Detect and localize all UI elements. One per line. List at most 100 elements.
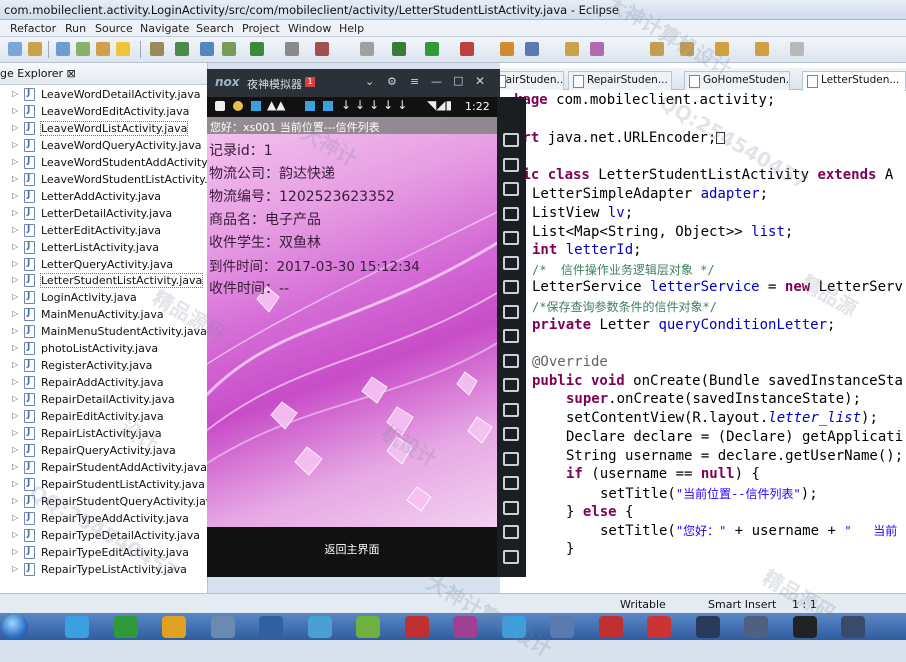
- taskbar-qq-icon[interactable]: [501, 616, 526, 638]
- robot-icon[interactable]: [503, 157, 519, 172]
- volume-up-icon[interactable]: [503, 280, 519, 294]
- menu-source[interactable]: Source: [95, 22, 133, 35]
- taskbar-nox-icon[interactable]: [695, 616, 720, 638]
- file-item[interactable]: ▷ LeaveWordEditActivity.java: [0, 103, 208, 120]
- search-icon[interactable]: [590, 42, 604, 56]
- expand-icon[interactable]: ▷: [12, 462, 18, 471]
- taskbar-app-icon[interactable]: [404, 616, 429, 638]
- menu-icon[interactable]: ≡: [410, 75, 419, 88]
- expand-icon[interactable]: ▷: [12, 530, 18, 539]
- file-item[interactable]: ▷ RepairAddActivity.java: [0, 374, 208, 391]
- taskbar-app-icon[interactable]: [598, 616, 623, 638]
- task-icon[interactable]: [150, 42, 164, 56]
- build-icon[interactable]: [76, 42, 90, 56]
- menu-run[interactable]: Run: [65, 22, 86, 35]
- file-item[interactable]: ▷ RepairTypeAddActivity.java: [0, 510, 208, 527]
- file-item[interactable]: ▷ LetterDetailActivity.java: [0, 205, 208, 222]
- file-item[interactable]: ▷ RegisterActivity.java: [0, 357, 208, 374]
- prev-annotation-icon[interactable]: [680, 42, 694, 56]
- package-icon[interactable]: [525, 42, 539, 56]
- file-item[interactable]: ▷ MainMenuActivity.java: [0, 306, 208, 323]
- layout-icon[interactable]: [503, 476, 519, 490]
- taskbar-cmd-icon[interactable]: [792, 616, 817, 638]
- expand-icon[interactable]: ▷: [12, 225, 18, 234]
- taskbar-media-icon[interactable]: [210, 616, 235, 638]
- external-tools-icon[interactable]: [460, 42, 474, 56]
- tab-letter-student[interactable]: LetterStuden...: [802, 71, 906, 91]
- expand-icon[interactable]: ▷: [12, 191, 18, 200]
- recent-apps-icon[interactable]: [503, 549, 519, 564]
- print-icon[interactable]: [56, 42, 70, 56]
- expand-icon[interactable]: ▷: [12, 360, 18, 369]
- expand-icon[interactable]: ▷: [12, 157, 18, 166]
- file-item[interactable]: ▷ photoListActivity.java: [0, 340, 208, 357]
- taskbar-ie-icon[interactable]: [65, 616, 89, 638]
- file-item[interactable]: ▷ LoginActivity.java: [0, 289, 208, 306]
- expand-icon[interactable]: ▷: [12, 208, 18, 217]
- file-item[interactable]: ▷ LeaveWordStudentListActivity.java: [0, 171, 231, 188]
- taskbar-app-icon[interactable]: [744, 616, 768, 638]
- back-to-main-button[interactable]: 返回主界面: [207, 538, 497, 562]
- expand-icon[interactable]: ▷: [12, 377, 18, 386]
- file-item[interactable]: ▷ RepairTypeDetailActivity.java: [0, 527, 208, 544]
- tab-repair-student-1[interactable]: pairStuden...: [490, 71, 564, 90]
- shake-icon[interactable]: [503, 353, 519, 368]
- home-icon[interactable]: [503, 525, 519, 539]
- expand-icon[interactable]: ▷: [12, 343, 18, 352]
- maximize-icon[interactable]: □: [453, 74, 463, 87]
- expand-icon[interactable]: ▷: [12, 309, 18, 318]
- file-item[interactable]: ▷ RepairStudentQueryActivity.java: [0, 493, 219, 510]
- file-item[interactable]: ▷ LeaveWordListActivity.java: [0, 120, 208, 137]
- file-item[interactable]: ▷ RepairListActivity.java: [0, 425, 208, 442]
- new-icon[interactable]: [8, 42, 22, 56]
- pointer-icon[interactable]: [360, 42, 374, 56]
- volume-down-icon[interactable]: [503, 304, 519, 319]
- expand-icon[interactable]: ▷: [12, 547, 18, 556]
- file-item[interactable]: ▷ RepairQueryActivity.java: [0, 442, 208, 459]
- new-class-icon[interactable]: [500, 42, 514, 56]
- expand-icon[interactable]: ▷: [12, 292, 18, 301]
- expand-icon[interactable]: ▷: [12, 394, 18, 403]
- file-item[interactable]: ▷ LeaveWordQueryActivity.java: [0, 137, 208, 154]
- file-item[interactable]: ▷ RepairEditActivity.java: [0, 408, 208, 425]
- expand-icon[interactable]: ▷: [12, 106, 18, 115]
- last-edit-icon[interactable]: [715, 42, 729, 56]
- toggle-icon[interactable]: [285, 42, 299, 56]
- expand-icon[interactable]: ▷: [12, 89, 18, 98]
- expand-icon[interactable]: ▷: [12, 445, 18, 454]
- taskbar-app-icon[interactable]: [453, 616, 477, 638]
- file-item[interactable]: ▷ MainMenuStudentActivity.java: [0, 323, 208, 340]
- checkbox-icon[interactable]: [250, 42, 264, 56]
- expand-icon[interactable]: ▷: [12, 140, 18, 149]
- expand-icon[interactable]: ▷: [12, 123, 18, 132]
- file-item[interactable]: ▷ LetterEditActivity.java: [0, 222, 208, 239]
- file-item[interactable]: ▷ LetterListActivity.java: [0, 239, 208, 256]
- expand-icon[interactable]: ▷: [12, 496, 18, 505]
- file-item[interactable]: ▷ RepairTypeListActivity.java: [0, 561, 208, 578]
- expand-icon[interactable]: ▷: [12, 326, 18, 335]
- expand-icon[interactable]: ▷: [12, 513, 18, 522]
- expand-icon[interactable]: ▷: [12, 242, 18, 251]
- expand-icon[interactable]: ▷: [12, 564, 18, 573]
- file-item[interactable]: ▷ RepairTypeEditActivity.java: [0, 544, 208, 561]
- sync-icon[interactable]: [175, 42, 189, 56]
- location-icon[interactable]: [503, 206, 519, 221]
- start-button[interactable]: [2, 614, 28, 640]
- highlight-icon[interactable]: [116, 42, 130, 56]
- file-item[interactable]: ▷ LetterStudentListActivity.java: [0, 272, 208, 289]
- camera-icon[interactable]: [503, 378, 519, 392]
- menu-help[interactable]: Help: [339, 22, 364, 35]
- scissors-icon[interactable]: [503, 182, 519, 196]
- file-item[interactable]: ▷ LeaveWordStudentAddActivity.java: [0, 154, 233, 171]
- close-icon[interactable]: ✕: [475, 74, 485, 88]
- tab-repair-student-2[interactable]: RepairStuden...: [568, 71, 672, 90]
- menu-project[interactable]: Project: [242, 22, 280, 35]
- file-item[interactable]: ▷ RepairDetailActivity.java: [0, 391, 208, 408]
- phone-icon[interactable]: [503, 133, 519, 147]
- menu-navigate[interactable]: Navigate: [140, 22, 189, 35]
- taskbar-browser-icon[interactable]: [113, 616, 138, 638]
- menu-window[interactable]: Window: [288, 22, 331, 35]
- build-all-icon[interactable]: [222, 42, 236, 56]
- expand-icon[interactable]: ▷: [12, 428, 18, 437]
- file-item[interactable]: ▷ LetterAddActivity.java: [0, 188, 208, 205]
